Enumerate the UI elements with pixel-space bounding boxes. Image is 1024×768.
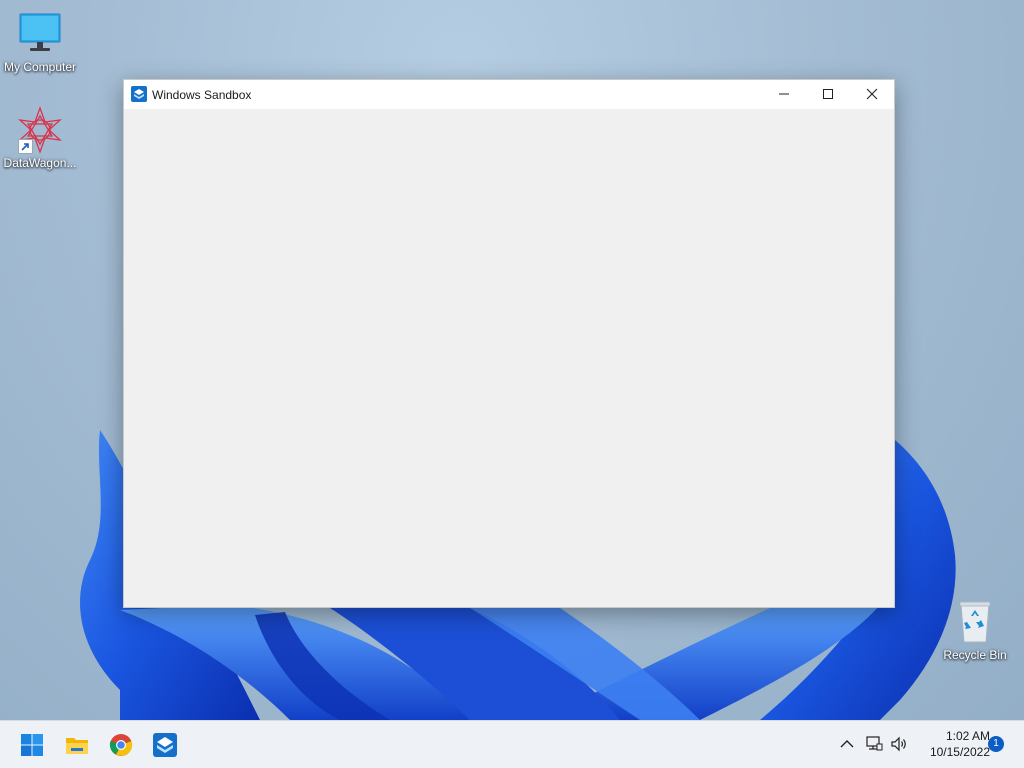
file-explorer-icon: [66, 738, 88, 754]
desktop-icon-my-computer[interactable]: My Computer: [0, 10, 80, 74]
desktop-icon-label: My Computer: [3, 60, 77, 74]
volume-icon[interactable]: [889, 734, 909, 754]
desktop[interactable]: My Computer DataWagon... Recycle Bin Win…: [0, 0, 1024, 720]
clock-date: 10/15/2022: [929, 745, 990, 759]
recycle-bin-icon: [951, 598, 999, 646]
window-title: Windows Sandbox: [152, 88, 252, 102]
desktop-icon-datawagon[interactable]: DataWagon...: [0, 106, 80, 170]
sandbox-icon: [131, 86, 147, 102]
maximize-button[interactable]: [806, 80, 850, 109]
network-icon[interactable]: [864, 734, 884, 754]
start-icon: [21, 734, 43, 756]
desktop-icon-recycle-bin[interactable]: Recycle Bin: [935, 598, 1015, 662]
taskbar: 1:02 AM 10/15/2022: [0, 720, 1024, 768]
shortcut-arrow-icon: [18, 139, 33, 154]
close-button[interactable]: [850, 80, 894, 109]
sandbox-content-area[interactable]: [124, 109, 894, 607]
desktop-icon-label: DataWagon...: [3, 156, 77, 170]
chrome-button[interactable]: [103, 727, 139, 763]
file-explorer-button[interactable]: [59, 727, 95, 763]
close-icon: [866, 88, 878, 100]
start-button[interactable]: [14, 727, 50, 763]
sandbox-taskbar-button[interactable]: [147, 727, 183, 763]
clock-time: 1:02 AM: [945, 729, 990, 743]
sandbox-window[interactable]: Windows Sandbox: [123, 79, 895, 608]
chrome-icon: [109, 734, 133, 756]
minimize-button[interactable]: [762, 80, 806, 109]
clock[interactable]: 1:02 AM 10/15/2022: [914, 728, 990, 760]
maximize-icon: [823, 89, 833, 99]
sandbox-icon: [153, 733, 177, 757]
chevron-up-icon[interactable]: [838, 735, 856, 753]
notification-badge[interactable]: 1: [988, 736, 1004, 752]
monitor-icon: [16, 10, 64, 58]
minimize-icon: [779, 93, 789, 95]
desktop-icon-label: Recycle Bin: [943, 648, 1007, 662]
datawagon-icon: [16, 106, 64, 154]
title-bar[interactable]: Windows Sandbox: [124, 80, 894, 109]
